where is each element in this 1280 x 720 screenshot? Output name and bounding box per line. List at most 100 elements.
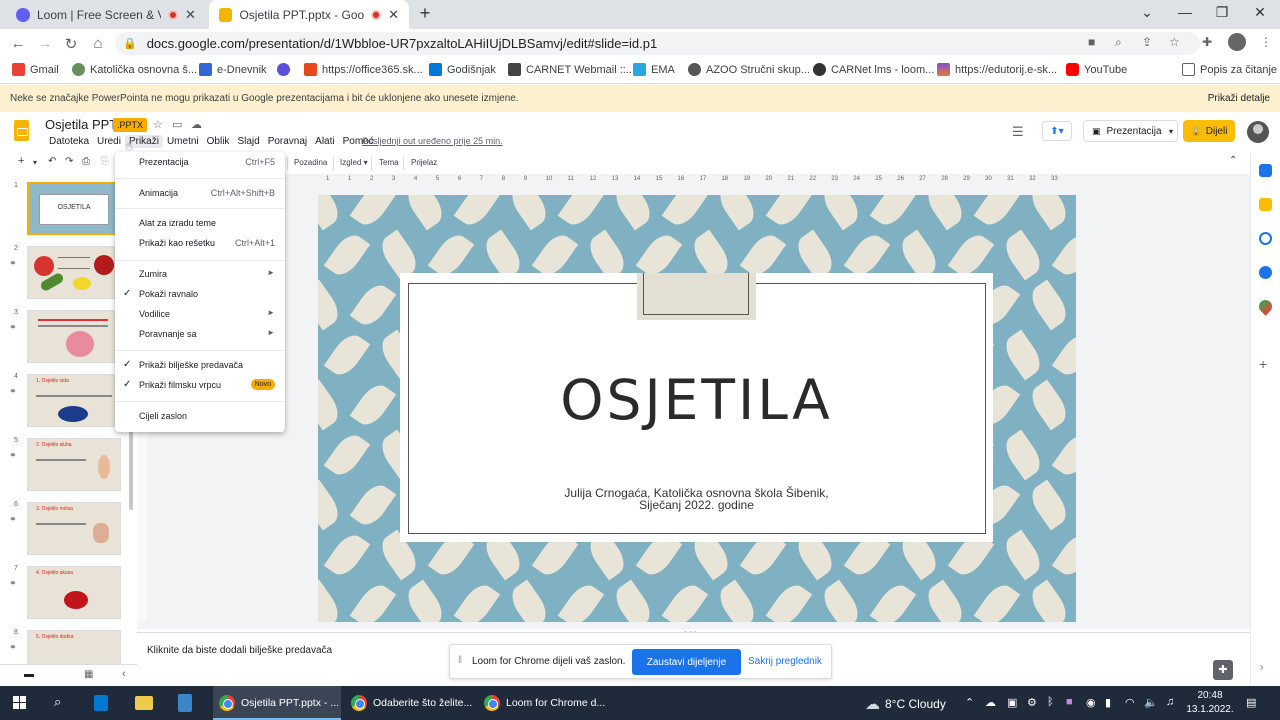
extensions-icon[interactable]: ✚ [1202,35,1212,49]
account-avatar[interactable] [1247,121,1269,143]
menu-item-animation[interactable]: Animacija Ctrl+Alt+Shift+B [115,185,285,202]
star-icon[interactable]: ☆ [153,118,163,131]
menu-tools[interactable]: Alati [311,135,338,148]
new-tab-icon[interactable]: + [415,3,435,24]
antivirus-icon[interactable]: ◉ [1086,696,1096,709]
menu-item-grid-view[interactable]: Prikaži kao rešetku Ctrl+Alt+1 [115,235,285,252]
new-slide-dropdown-icon[interactable]: ▾ [33,158,37,167]
slide-thumbnail-4[interactable]: 1. Osjetilo vida [27,374,121,427]
menu-item-theme-builder[interactable]: Alat za izradu teme [115,215,285,232]
browser-tab-loom[interactable]: Loom | Free Screen & Video ✕ [6,0,206,29]
settings-gear-icon[interactable]: ⚙ [1027,696,1037,709]
slide-thumbnail-7[interactable]: 4. Osjetilo okusa [27,566,121,619]
app-tray-icon[interactable]: ■ [1066,696,1073,708]
home-icon[interactable]: ⌂ [89,35,107,52]
slide-thumbnail-8[interactable]: 5. Osjetilo dodira [27,630,121,664]
background-button[interactable]: Pozadina [294,158,327,167]
new-slide-icon[interactable]: + [18,155,24,167]
weather-widget[interactable]: ☁ 8°C Cloudy [865,695,946,713]
bookmark-star-icon[interactable]: ☆ [1169,35,1180,49]
slide-thumbnail-6[interactable]: 3. Osjetilo mirisa [27,502,121,555]
wifi-icon[interactable]: ◠ [1125,696,1135,709]
share-button[interactable]: 🔒 Dijeli [1183,120,1235,142]
meet-present-button[interactable]: ⬆▾ [1042,121,1072,141]
bookmark-godisnjak[interactable]: Godišnjak [429,63,496,76]
reload-icon[interactable]: ↻ [62,35,80,53]
slide-thumbnail-3[interactable] [27,310,121,363]
bookmark-katolicka[interactable]: Katolička osnovna š... [72,63,197,76]
camera-icon[interactable]: ■ [1088,35,1095,49]
collapse-filmstrip-icon[interactable]: ‹ [122,668,126,680]
microphone-icon[interactable]: ♫ [1166,696,1174,708]
menu-format[interactable]: Oblik [203,135,234,148]
menu-item-filmstrip[interactable]: ✓ Prikaži filmsku vrpcu Novo [115,377,285,394]
calendar-icon[interactable] [1259,164,1272,177]
slide-thumbnail-5[interactable]: 2. Osjetilo sluha [27,438,121,491]
grid-view-icon[interactable]: ▦ [84,669,93,680]
slide-thumbnail-2[interactable] [27,246,121,299]
transition-button[interactable]: Prijelaz [411,158,437,167]
undo-icon[interactable]: ↶ [48,156,56,167]
maximize-icon[interactable]: ❐ [1212,4,1232,21]
back-icon[interactable]: ← [9,35,27,52]
layout-button[interactable]: Izgled ▾ [340,158,368,167]
present-dropdown-icon[interactable]: ▾ [1169,127,1173,136]
browser-tab-slides[interactable]: Osjetila PPT.pptx - Google p ✕ [209,0,409,29]
minimize-icon[interactable]: — [1175,4,1195,20]
tasks-icon[interactable] [1259,232,1272,245]
printer-icon[interactable]: ▣ [1007,696,1017,709]
contacts-icon[interactable] [1259,266,1272,279]
slide-title[interactable]: OSJETILA [400,368,993,432]
print-icon[interactable]: ⎙ [82,156,90,167]
menu-edit[interactable]: Uredi [93,135,125,148]
collapse-toolbar-icon[interactable]: ⌃ [1229,155,1237,166]
profile-avatar[interactable] [1228,33,1246,51]
share-icon[interactable]: ⇪ [1142,35,1152,49]
explore-icon[interactable]: ✚ [1213,660,1233,680]
bookmark-ednevnik[interactable]: e-Dnevnik [199,63,267,76]
slide-thumbnail-1[interactable]: OSJETILA [27,182,121,235]
close-window-icon[interactable]: ✕ [1250,4,1270,21]
zoom-icon[interactable]: ⌕ [1115,35,1122,50]
windows-start-icon[interactable] [12,695,28,711]
bookmark-youtube[interactable]: YouTube [1066,63,1127,76]
menu-item-zoom[interactable]: Zumira ► [115,266,285,283]
menu-item-snap-to[interactable]: Poravnanje sa ► [115,326,285,343]
menu-insert[interactable]: Umetni [163,135,203,148]
close-tab-icon[interactable]: ✕ [185,7,196,23]
add-on-icon[interactable]: + [1259,356,1267,372]
bookmark-edutorij[interactable]: https://edutorij.e-sk... [937,63,1057,76]
calculator-icon[interactable] [178,694,192,712]
maps-icon[interactable] [1256,297,1275,316]
tab-search-icon[interactable]: ⌄ [1137,4,1157,21]
reading-list[interactable]: Popis za čitanje [1182,63,1277,76]
menu-item-full-screen[interactable]: Cijeli zaslon [115,408,285,425]
document-title[interactable]: Osjetila PPT [45,117,117,132]
taskbar-chrome-slides[interactable]: Osjetila PPT.pptx - ... [213,686,341,720]
hide-button[interactable]: Sakrij preglednik [748,656,822,667]
bookmark-carnet-lms[interactable]: CARNet lms - loom... [813,63,934,76]
bookmark-carnet-webmail[interactable]: CARNET Webmail ::... [508,63,635,76]
tray-overflow-icon[interactable]: ⌃ [965,696,974,709]
bookmark-loom[interactable] [277,63,290,76]
comments-icon[interactable]: ☰ [1012,124,1024,140]
menu-item-speaker-notes[interactable]: ✓ Prikaži bilješke predavača [115,357,285,374]
move-folder-icon[interactable]: ▭ [172,118,182,131]
filmstrip-view-icon[interactable]: ▬ [24,669,34,680]
menu-file[interactable]: Datoteka [45,135,93,148]
menu-item-guides[interactable]: Vodilice ► [115,306,285,323]
volume-icon[interactable]: 🔈 [1144,696,1158,709]
bookmark-gmail[interactable]: Gmail [12,63,59,76]
taskbar-chrome-loom[interactable]: Loom for Chrome d... [478,686,606,720]
show-panel-icon[interactable]: › [1260,662,1263,673]
stop-sharing-button[interactable]: Zaustavi dijeljenje [632,649,741,675]
close-tab-icon[interactable]: ✕ [388,7,399,23]
paint-format-icon[interactable]: ⎘ [101,156,109,167]
address-bar[interactable]: 🔒 docs.google.com/presentation/d/1Wbbloe… [115,32,1200,55]
system-clock[interactable]: 20:48 13.1.2022. [1185,689,1235,717]
menu-item-present[interactable]: Prezentacija Ctrl+F5 [115,154,285,171]
browser-menu-icon[interactable]: ⋮ [1260,35,1272,49]
drag-handle-icon[interactable]: ‖ [458,655,462,666]
bluetooth-icon[interactable]: ᛒ [1047,696,1054,708]
notifications-icon[interactable]: ▤ [1246,696,1256,709]
